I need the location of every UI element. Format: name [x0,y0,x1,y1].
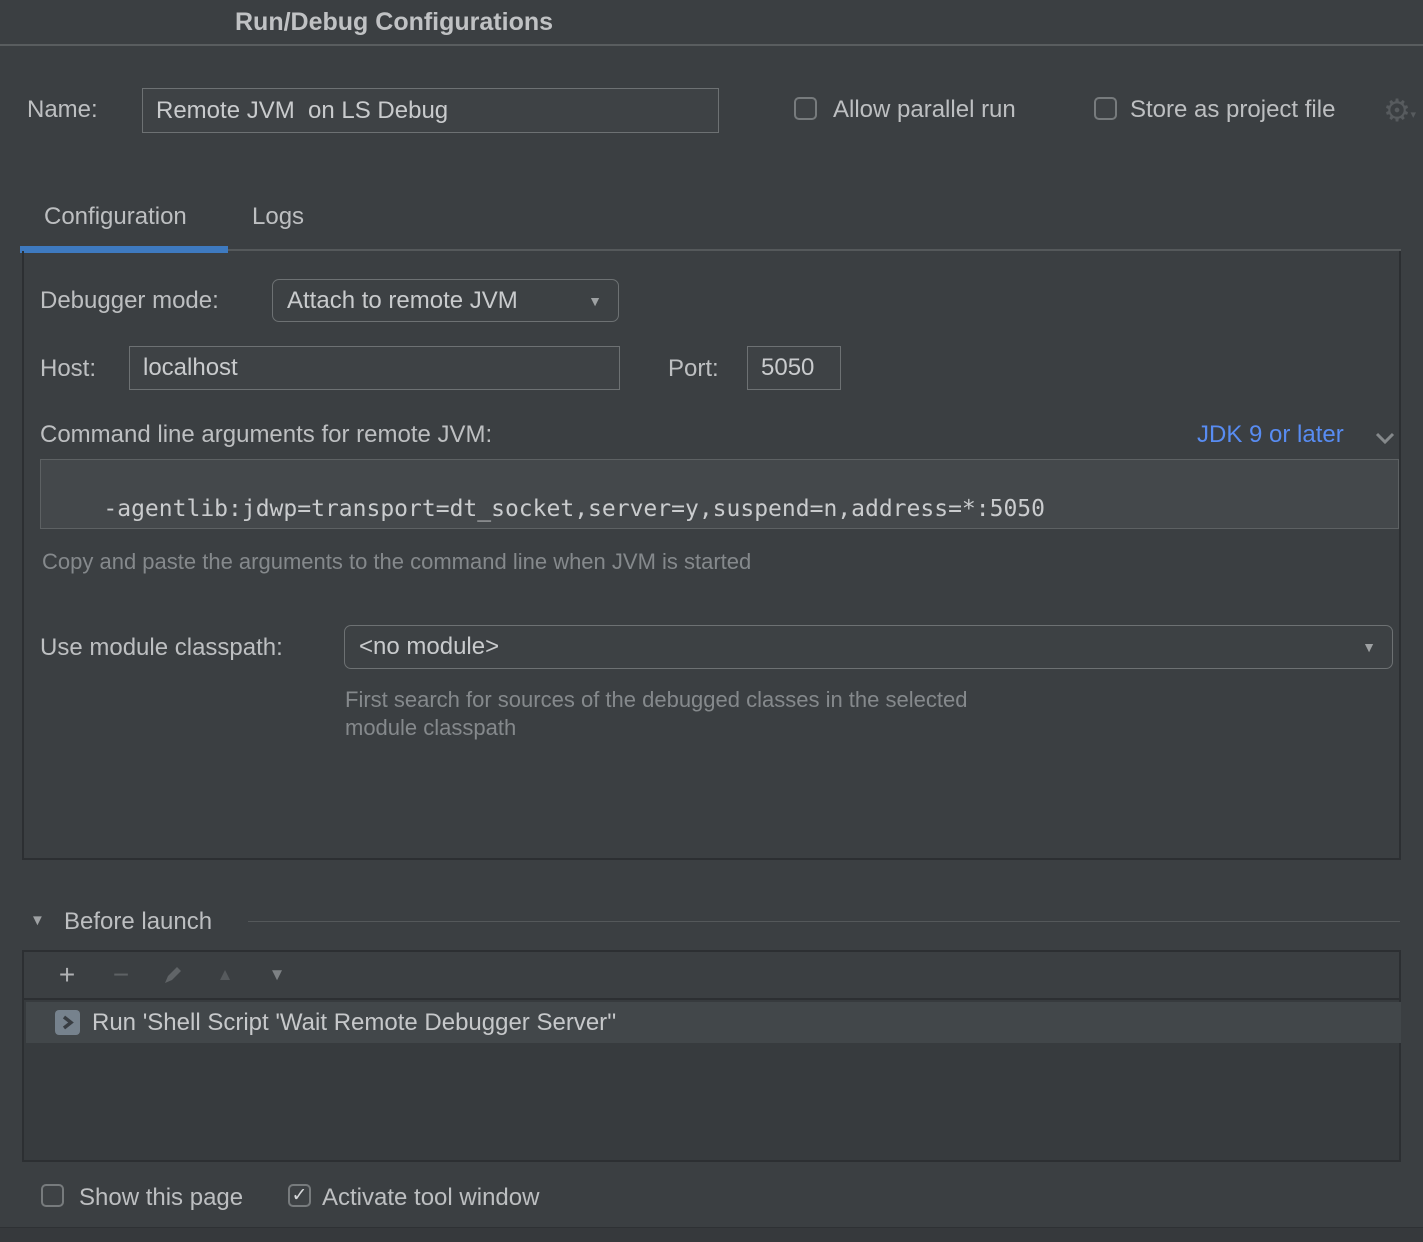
name-input-value: Remote JVM on LS Debug [156,97,448,125]
module-help-line1: First search for sources of the debugged… [345,687,967,713]
host-input[interactable]: localhost [129,346,620,390]
before-launch-title: Before launch [64,908,212,936]
before-launch-task-label: Run 'Shell Script 'Wait Remote Debugger … [92,1009,616,1037]
before-launch-toolbar: + − ▲ ▼ [24,952,1399,1000]
before-launch-panel: + − ▲ ▼ Run 'Shell Script 'Wait Remote D… [22,950,1401,1162]
module-classpath-value: <no module> [359,633,499,661]
add-icon[interactable]: + [50,952,84,998]
cmd-args-help-text: Copy and paste the arguments to the comm… [42,549,751,575]
shell-script-run-icon [55,1010,80,1035]
before-launch-collapse-icon[interactable]: ▼ [30,912,45,929]
debugger-mode-label: Debugger mode: [40,287,219,315]
port-input-value: 5050 [761,354,814,382]
allow-parallel-run-label: Allow parallel run [833,96,1016,124]
port-input[interactable]: 5050 [747,346,841,390]
before-launch-task-row[interactable]: Run 'Shell Script 'Wait Remote Debugger … [26,1002,1401,1043]
dialog-bottom-edge [0,1227,1423,1242]
checkmark-icon: ✓ [292,1184,308,1207]
show-this-page-checkbox[interactable] [41,1184,64,1207]
host-label: Host: [40,355,96,383]
chevron-down-icon[interactable] [1374,430,1396,446]
before-launch-separator [248,921,1400,922]
edit-pencil-icon[interactable] [156,952,190,998]
port-label: Port: [668,355,719,383]
tab-logs[interactable]: Logs [252,203,304,231]
module-classpath-label: Use module classpath: [40,634,283,662]
chevron-down-icon: ▼ [1362,639,1376,655]
allow-parallel-run-checkbox[interactable] [794,97,817,120]
debugger-mode-value: Attach to remote JVM [287,287,518,315]
dialog-title: Run/Debug Configurations [235,8,553,37]
dialog-title-bar: Run/Debug Configurations [0,0,1423,46]
name-input[interactable]: Remote JVM on LS Debug [142,88,719,133]
tab-configuration[interactable]: Configuration [44,203,187,231]
move-down-icon[interactable]: ▼ [260,952,294,998]
store-as-project-file-label: Store as project file [1130,96,1335,124]
remove-icon[interactable]: − [104,952,138,998]
move-up-icon[interactable]: ▲ [208,952,242,998]
debugger-mode-select[interactable]: Attach to remote JVM ▼ [272,279,619,322]
host-input-value: localhost [143,354,238,382]
gear-icon[interactable]: ⚙▾ [1380,94,1414,128]
cmd-args-field[interactable]: -agentlib:jdwp=transport=dt_socket,serve… [40,459,1399,529]
name-label: Name: [27,96,98,124]
show-this-page-label: Show this page [79,1184,243,1212]
gear-dropdown-arrow-icon: ▾ [1410,98,1416,132]
chevron-down-icon: ▼ [588,293,602,309]
module-help-line2: module classpath [345,715,516,741]
cmd-args-value: -agentlib:jdwp=transport=dt_socket,serve… [103,496,1045,522]
activate-tool-window-label: Activate tool window [322,1184,539,1212]
jdk-version-link[interactable]: JDK 9 or later [1197,421,1344,449]
store-as-project-file-checkbox[interactable] [1094,97,1117,120]
run-debug-configurations-dialog: Run/Debug Configurations Name: Remote JV… [0,0,1423,1242]
cmd-args-label: Command line arguments for remote JVM: [40,421,492,449]
activate-tool-window-checkbox[interactable]: ✓ [288,1184,311,1207]
module-classpath-select[interactable]: <no module> ▼ [344,625,1393,669]
